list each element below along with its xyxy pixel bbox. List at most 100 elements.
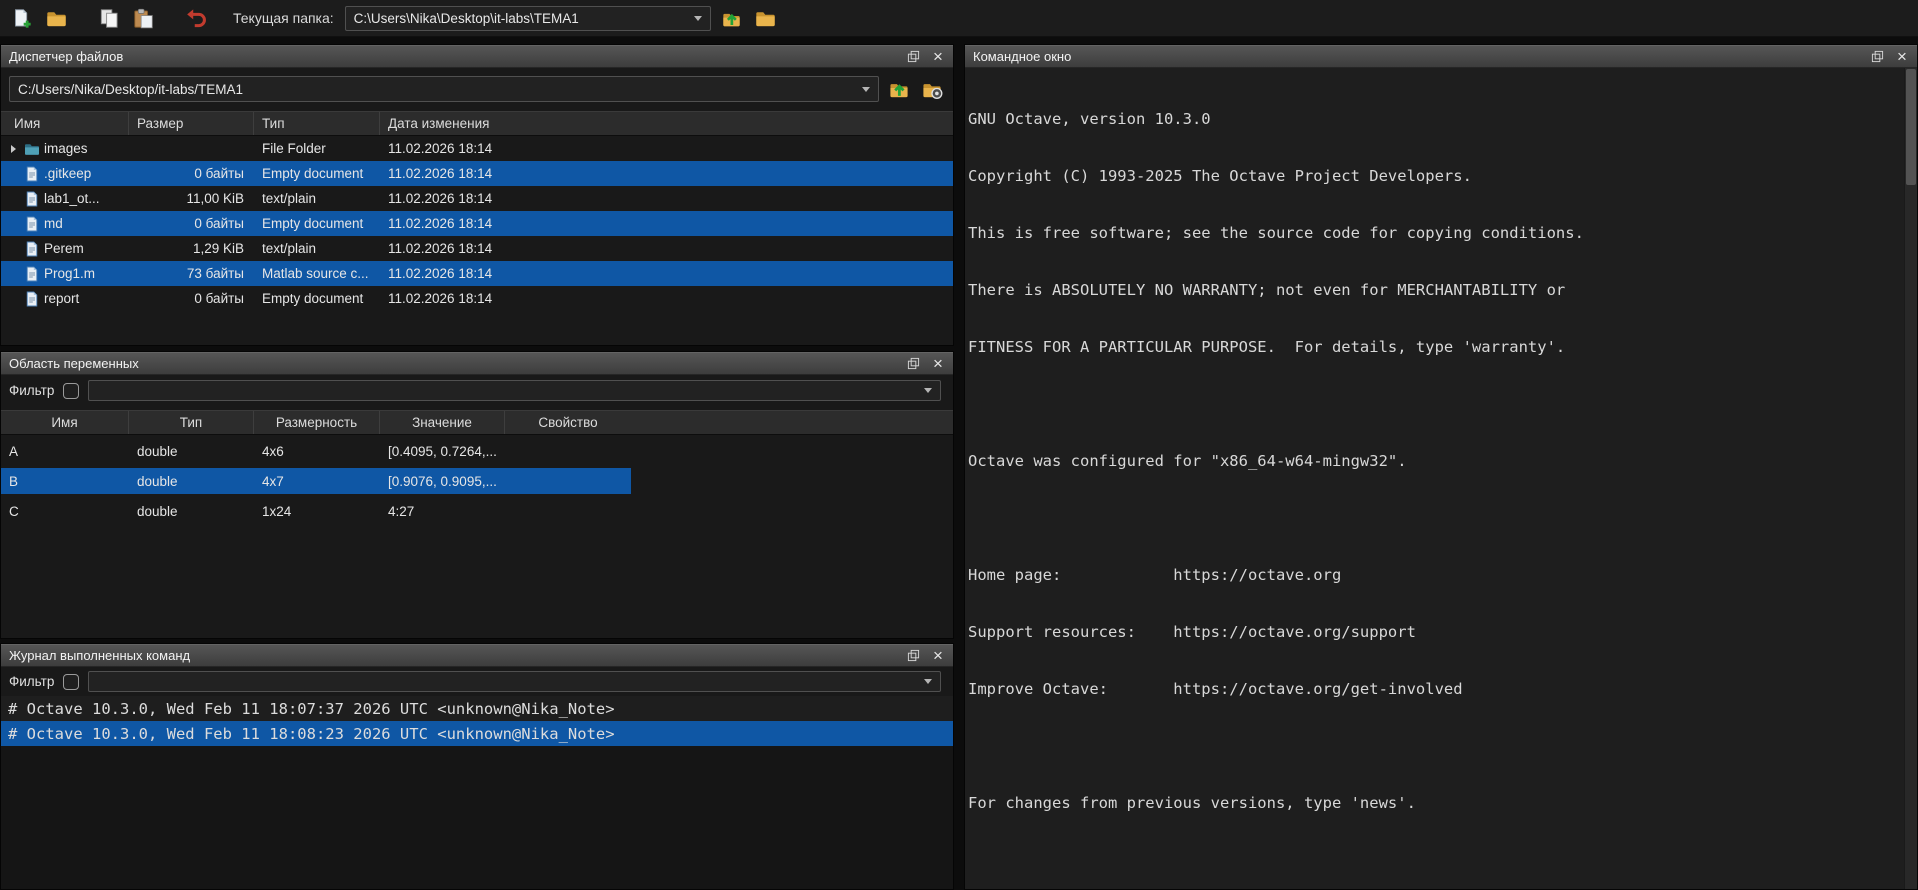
undo-button[interactable] [183,5,210,32]
column-header-value[interactable]: Значение [380,411,505,434]
console-line [968,509,1904,528]
file-manager-path: C:/Users/Nika/Desktop/it-labs/TEMA1 [18,82,243,97]
workspace-titlebar[interactable]: Область переменных × [1,352,953,375]
fm-folder-actions-button[interactable] [919,76,945,102]
console-line: Octave was configured for "x86_64-w64-mi… [968,452,1904,471]
chevron-down-icon [694,16,702,21]
history-filter-combobox[interactable] [88,671,941,692]
paste-button[interactable] [130,5,157,32]
column-header-name[interactable]: Имя [1,112,129,135]
column-header-date[interactable]: Дата изменения [380,112,953,135]
new-script-button[interactable] [9,5,36,32]
console-line: Improve Octave: https://octave.org/get-i… [968,680,1904,699]
vertical-splitter[interactable] [954,44,964,890]
folder-up-icon [721,8,742,29]
command-history-titlebar[interactable]: Журнал выполненных команд × [1,644,953,667]
file-table-header: Имя Размер Тип Дата изменения [1,111,953,136]
column-header-attribute[interactable]: Свойство [505,411,631,434]
file-manager-close-icon[interactable]: × [930,49,946,65]
file-row-prog1[interactable]: Prog1.m 73 байты Matlab source c... 11.0… [1,261,953,286]
console-line: There is ABSOLUTELY NO WARRANTY; not eve… [968,281,1904,300]
column-header-type[interactable]: Тип [129,411,254,434]
scrollbar-thumb[interactable] [1906,69,1916,185]
workspace-filter-row: Фильтр [1,375,953,406]
workspace-close-icon[interactable]: × [930,356,946,372]
expand-arrow-icon[interactable] [6,145,20,153]
folder-up-icon [888,78,910,100]
workspace-title: Область переменных [9,356,139,371]
variable-row-C[interactable]: C double 1x24 4:27 [1,498,631,524]
variable-table-header: Имя Тип Размерность Значение Свойство [1,410,953,435]
command-window-undock-icon[interactable] [1869,49,1885,65]
file-manager-path-combobox[interactable]: C:/Users/Nika/Desktop/it-labs/TEMA1 [9,76,879,102]
command-history-title: Журнал выполненных команд [9,648,190,663]
file-name: md [44,216,63,231]
current-folder-combobox[interactable]: C:\Users\Nika\Desktop\it-labs\TEMA1 [345,6,711,31]
column-header-name[interactable]: Имя [1,411,129,434]
file-list: images File Folder 11.02.2026 18:14 .git… [1,136,953,311]
workspace-panel: Область переменных × Фильтр Имя [0,351,954,639]
column-header-size[interactable]: Размер [129,112,254,135]
command-window-close-icon[interactable]: × [1894,49,1910,65]
file-icon [24,216,40,232]
history-entry[interactable]: # Octave 10.3.0, Wed Feb 11 18:07:37 202… [1,696,953,721]
column-header-dims[interactable]: Размерность [254,411,380,434]
workspace-undock-icon[interactable] [905,356,921,372]
undo-icon [186,8,207,29]
console-line [968,737,1904,756]
file-manager-titlebar[interactable]: Диспетчер файлов × [1,45,953,68]
copy-button[interactable] [96,5,123,32]
main-toolbar: Текущая папка: C:\Users\Nika\Desktop\it-… [0,0,1918,37]
filter-checkbox[interactable] [63,674,79,690]
history-list: # Octave 10.3.0, Wed Feb 11 18:07:37 202… [1,696,953,889]
filter-label: Фильтр [9,674,54,689]
file-row-perem[interactable]: Perem 1,29 KiB text/plain 11.02.2026 18:… [1,236,953,261]
file-row-lab1[interactable]: lab1_ot... 11,00 KiB text/plain 11.02.20… [1,186,953,211]
chevron-down-icon [924,388,932,393]
open-file-button[interactable] [43,5,70,32]
file-icon [24,241,40,257]
filter-checkbox[interactable] [63,383,79,399]
octave-main-window: Текущая папка: C:\Users\Nika\Desktop\it-… [0,0,1918,890]
column-header-type[interactable]: Тип [254,112,380,135]
file-icon [24,191,40,207]
file-name: Prog1.m [44,266,95,281]
chevron-down-icon [862,87,870,92]
fm-folder-up-button[interactable] [886,76,912,102]
workspace-filter-combobox[interactable] [88,380,941,401]
console-line: FITNESS FOR A PARTICULAR PURPOSE. For de… [968,338,1904,357]
console-line: Support resources: https://octave.org/su… [968,623,1904,642]
command-window-titlebar[interactable]: Командное окно × [965,45,1917,68]
command-window-console[interactable]: GNU Octave, version 10.3.0 Copyright (C)… [965,68,1904,889]
file-row-report[interactable]: report 0 байты Empty document 11.02.2026… [1,286,953,311]
history-close-icon[interactable]: × [930,648,946,664]
open-folder-icon [46,8,67,29]
console-line: For changes from previous versions, type… [968,794,1904,813]
filter-label: Фильтр [9,383,54,398]
copy-icon [99,8,120,29]
console-line [968,851,1904,870]
history-entry[interactable]: # Octave 10.3.0, Wed Feb 11 18:08:23 202… [1,721,953,746]
file-name: report [44,291,79,306]
command-window-panel: Командное окно × GNU Octave, version 10.… [964,44,1918,890]
folder-actions-icon [921,78,943,100]
file-icon [24,266,40,282]
vertical-scrollbar[interactable] [1904,68,1917,889]
file-row-gitkeep[interactable]: .gitkeep 0 байты Empty document 11.02.20… [1,161,953,186]
file-row-images[interactable]: images File Folder 11.02.2026 18:14 [1,136,953,161]
current-folder-label: Текущая папка: [233,10,334,26]
file-row-md[interactable]: md 0 байты Empty document 11.02.2026 18:… [1,211,953,236]
browse-folder-icon [755,8,776,29]
toolbar-folder-up-button[interactable] [718,5,745,32]
browse-folder-button[interactable] [752,5,779,32]
file-manager-panel: Диспетчер файлов × C:/Users/Nika/Desktop… [0,44,954,346]
chevron-down-icon [924,679,932,684]
variable-list: A double 4x6 [0.4095, 0.7264,... B doubl… [1,435,953,528]
file-manager-title: Диспетчер файлов [9,49,123,64]
variable-row-A[interactable]: A double 4x6 [0.4095, 0.7264,... [1,438,631,464]
file-manager-undock-icon[interactable] [905,49,921,65]
history-undock-icon[interactable] [905,648,921,664]
command-window-title: Командное окно [973,49,1071,64]
file-name: lab1_ot... [44,191,100,206]
variable-row-B[interactable]: B double 4x7 [0.9076, 0.9095,... [1,468,631,494]
